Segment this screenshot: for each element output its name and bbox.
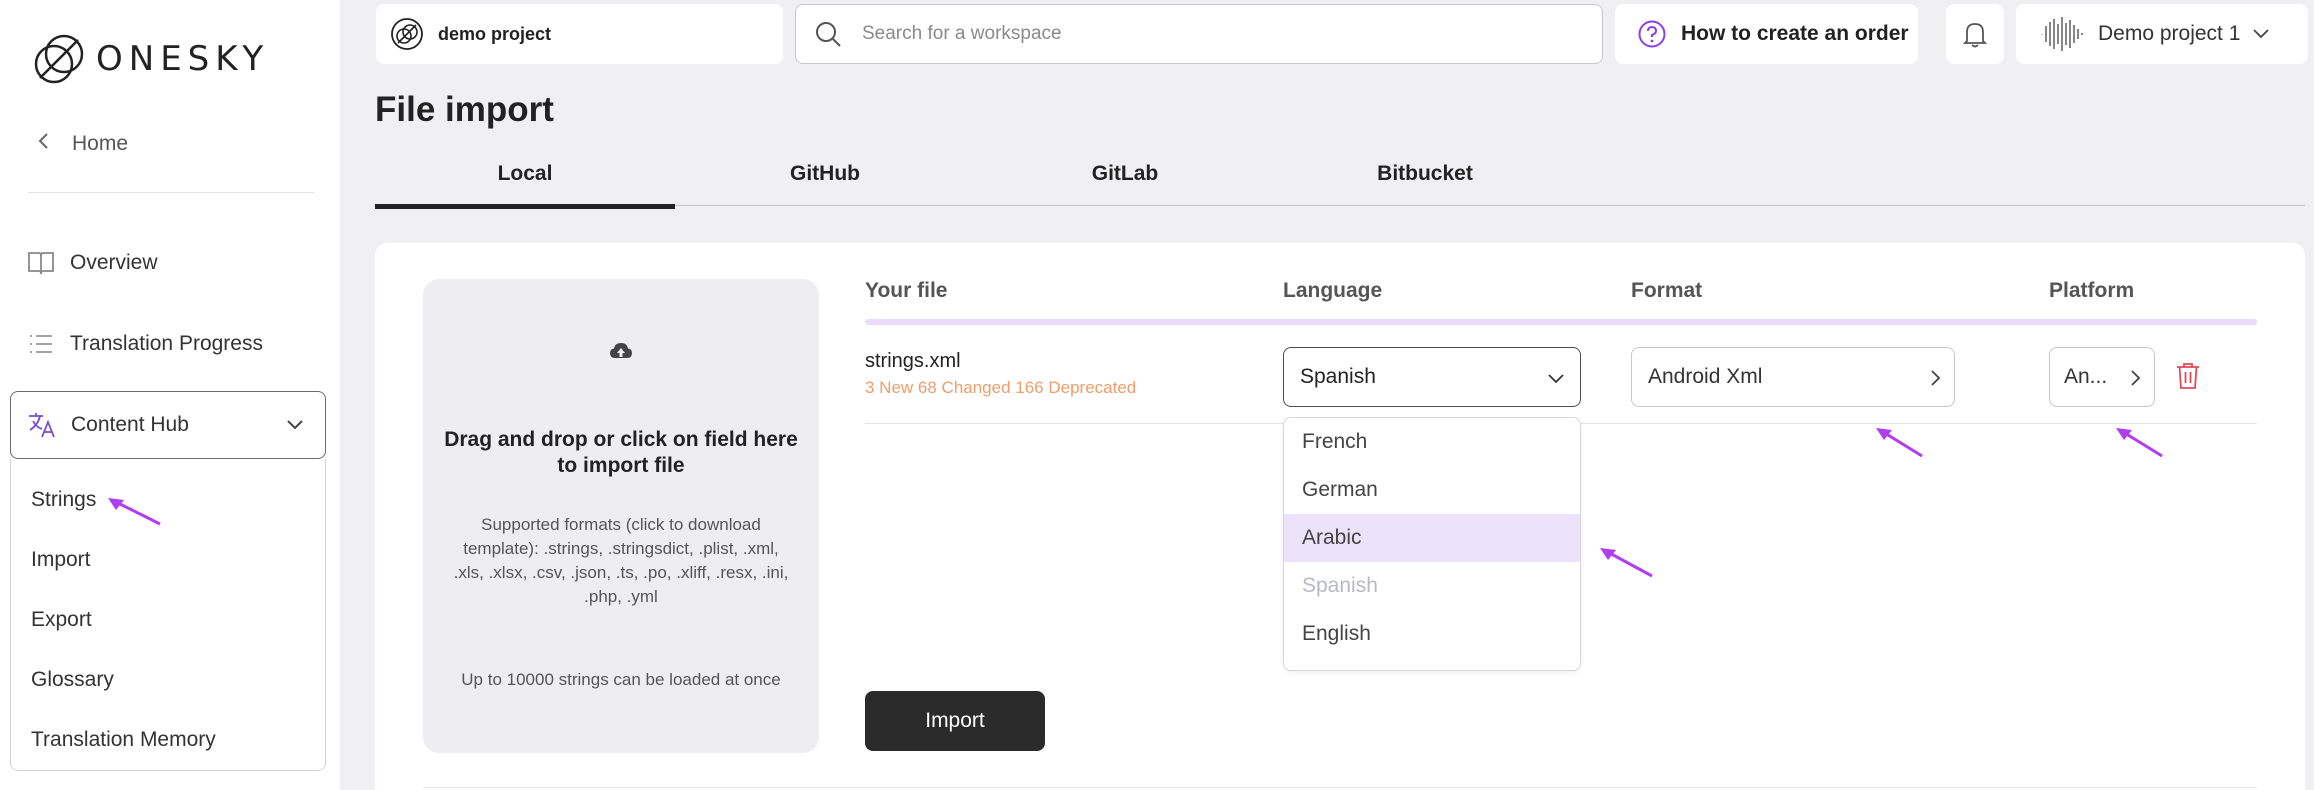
sidebar-item-content-hub[interactable]: Content Hub [10, 391, 326, 459]
file-change-stats: 3 New 68 Changed 166 Deprecated [865, 378, 1137, 397]
tab-bitbucket[interactable]: Bitbucket [1275, 162, 1575, 204]
format-select[interactable]: Android Xml [1631, 347, 1955, 407]
sidebar-item-label: Overview [70, 251, 158, 274]
submenu-item-strings[interactable]: Strings [31, 488, 96, 512]
sidebar-divider [28, 192, 314, 193]
help-label: How to create an order [1681, 22, 1909, 45]
language-dropdown: French German Arabic Spanish English [1283, 417, 1581, 671]
file-import-card: Drag and drop or click on field here to … [375, 243, 2305, 790]
trash-icon[interactable] [2175, 361, 2201, 391]
home-link[interactable]: Home [36, 128, 128, 160]
sidebar-item-translation-progress[interactable]: Translation Progress [26, 324, 263, 364]
platform-select[interactable]: An... [2049, 347, 2155, 407]
dropzone-title: Drag and drop or click on field here to … [444, 428, 798, 477]
onesky-logo[interactable]: ONESKY [32, 32, 269, 86]
chevron-down-icon [2253, 29, 2270, 39]
account-name: Demo project 1 [2098, 22, 2241, 45]
chevron-right-icon [1928, 368, 1942, 394]
annotation-arrow [1876, 428, 1923, 458]
onesky-logo-icon [34, 34, 84, 84]
language-select-value: Spanish [1300, 365, 1376, 388]
search-box[interactable] [795, 4, 1603, 64]
submenu-item-translation-memory[interactable]: Translation Memory [31, 728, 216, 752]
content-hub-submenu: Strings Import Export Glossary Translati… [10, 459, 326, 771]
sidebar-item-label: Translation Progress [70, 332, 263, 355]
chevron-right-icon [2128, 368, 2142, 394]
language-option-german[interactable]: German [1284, 466, 1580, 514]
help-icon [1638, 20, 1666, 48]
column-header-format: Format [1631, 279, 1703, 302]
chevron-down-icon [285, 414, 305, 438]
card-bottom-divider [423, 787, 2257, 788]
platform-select-value: An... [2064, 365, 2108, 388]
import-source-tabs: Local GitHub GitLab Bitbucket [375, 158, 2305, 209]
string-limit-text: Up to 10000 strings can be loaded at onc… [461, 670, 781, 689]
file-name: strings.xml [865, 350, 961, 372]
supported-formats-text[interactable]: Supported formats (click to download tem… [453, 513, 789, 609]
file-dropzone[interactable]: Drag and drop or click on field here to … [423, 279, 819, 753]
annotation-arrow [108, 498, 161, 526]
content-hub-label: Content Hub [71, 413, 189, 436]
project-logo-icon [391, 18, 423, 50]
table-header-underline [865, 319, 2257, 325]
tab-gitlab[interactable]: GitLab [975, 162, 1275, 204]
format-select-value: Android Xml [1648, 365, 1763, 388]
submenu-item-export[interactable]: Export [31, 608, 92, 632]
submenu-item-glossary[interactable]: Glossary [31, 668, 114, 692]
bell-icon [1962, 23, 1988, 48]
home-label: Home [72, 132, 129, 155]
account-switcher[interactable]: Demo project 1 [2016, 4, 2308, 64]
column-header-language: Language [1283, 279, 1383, 302]
sidebar-item-overview[interactable]: Overview [26, 243, 158, 283]
tab-github[interactable]: GitHub [675, 162, 975, 204]
cloud-upload-icon [610, 343, 632, 358]
submenu-item-import[interactable]: Import [31, 548, 91, 572]
translate-icon [27, 410, 57, 440]
search-input[interactable] [862, 23, 1562, 45]
chevron-down-icon [1546, 368, 1566, 392]
list-icon [26, 329, 56, 359]
logo-text: ONESKY [96, 39, 270, 79]
language-option-english[interactable]: English [1284, 610, 1580, 658]
chevron-left-icon [36, 131, 50, 157]
search-icon [816, 22, 841, 47]
sidebar: ONESKY Home Overview Translation Progres… [0, 0, 340, 790]
page-title: File import [375, 90, 554, 129]
language-option-spanish: Spanish [1302, 574, 1378, 597]
column-header-file: Your file [865, 279, 948, 302]
language-option-french[interactable]: French [1284, 418, 1580, 466]
account-avatar [2041, 17, 2083, 51]
tab-local[interactable]: Local [375, 162, 675, 209]
book-icon [26, 248, 56, 278]
project-name: demo project [438, 23, 552, 44]
annotation-arrow [2116, 428, 2163, 458]
import-button[interactable]: Import [865, 691, 1045, 751]
annotation-arrow [1600, 548, 1653, 578]
language-select[interactable]: Spanish [1283, 347, 1581, 407]
notifications-button[interactable] [1946, 4, 2004, 64]
column-header-platform: Platform [2049, 279, 2135, 302]
language-option-arabic[interactable]: Arabic [1284, 514, 1580, 562]
how-to-order-button[interactable]: How to create an order [1615, 4, 1918, 64]
project-switcher[interactable]: demo project [376, 4, 783, 64]
